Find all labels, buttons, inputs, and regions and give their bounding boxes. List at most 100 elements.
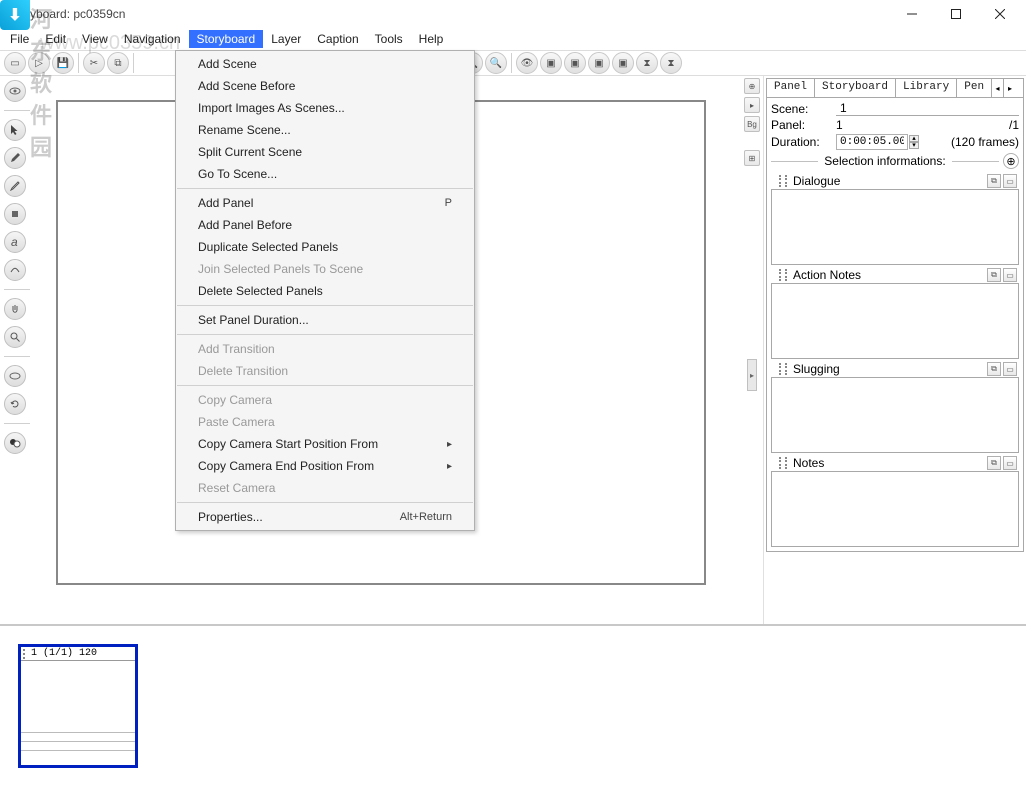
storyboard-dropdown: Add SceneAdd Scene BeforeImport Images A… (175, 50, 475, 531)
menu-item[interactable]: Split Current Scene (176, 141, 474, 163)
menu-item[interactable]: Add Scene Before (176, 75, 474, 97)
midtool-2-icon[interactable]: ▸ (744, 97, 760, 113)
tab-panel[interactable]: Panel (767, 79, 815, 97)
menu-item[interactable]: Duplicate Selected Panels (176, 236, 474, 258)
timeline: 1 (1/1) 120 (0, 624, 1026, 800)
open-icon[interactable]: ▷ (28, 52, 50, 74)
main-toolbar: ▭ ▷ 💾 ✂ ⧉ ⊞ 🔍 🔍 👁 ▣ ▣ ▣ ▣ ⧗ ⧗ (0, 50, 1026, 76)
section-copy-icon[interactable]: ⧉ (987, 174, 1001, 188)
hourglass2-icon[interactable]: ⧗ (660, 52, 682, 74)
menu-help[interactable]: Help (411, 30, 452, 48)
section-title: Dialogue (793, 174, 987, 188)
layer1-icon[interactable]: ▣ (540, 52, 562, 74)
duration-up-icon[interactable]: ▴ (909, 135, 919, 142)
submenu-arrow-icon: ▸ (447, 439, 452, 450)
section-expand-icon[interactable]: ▭ (1003, 456, 1017, 470)
menu-item: Copy Camera (176, 389, 474, 411)
panel-label: Panel: (771, 118, 836, 132)
menu-layer[interactable]: Layer (263, 30, 309, 48)
menu-item[interactable]: Rename Scene... (176, 119, 474, 141)
layer3-icon[interactable]: ▣ (588, 52, 610, 74)
hand-tool-icon[interactable] (4, 298, 26, 320)
menu-item[interactable]: Copy Camera Start Position From▸ (176, 433, 474, 455)
window-title: Storyboard: pc0359cn (8, 7, 125, 21)
color-tool-icon[interactable] (4, 432, 26, 454)
section-title: Notes (793, 456, 987, 470)
cut-icon[interactable]: ✂ (83, 52, 105, 74)
pencil-tool-icon[interactable] (4, 175, 26, 197)
menu-file[interactable]: File (2, 30, 37, 48)
section-textarea[interactable] (771, 283, 1019, 359)
panel-total: /1 (1009, 118, 1019, 132)
rotate-tool-icon[interactable] (4, 393, 26, 415)
window-minimize[interactable] (890, 1, 934, 27)
copy-icon[interactable]: ⧉ (107, 52, 129, 74)
menu-item[interactable]: Properties...Alt+Return (176, 506, 474, 528)
eye2-tool-icon[interactable] (4, 365, 26, 387)
menu-item: Paste Camera (176, 411, 474, 433)
grip-icon[interactable] (779, 457, 787, 469)
menu-item[interactable]: Add Panel Before (176, 214, 474, 236)
layer4-icon[interactable]: ▣ (612, 52, 634, 74)
section-copy-icon[interactable]: ⧉ (987, 268, 1001, 282)
window-close[interactable] (978, 1, 1022, 27)
menu-view[interactable]: View (74, 30, 116, 48)
submenu-arrow-icon: ▸ (447, 461, 452, 472)
scene-value[interactable]: 1 (836, 101, 1019, 116)
grip-icon[interactable] (779, 363, 787, 375)
tab-prev-icon[interactable]: ◂ (992, 79, 1004, 97)
new-icon[interactable]: ▭ (4, 52, 26, 74)
menu-item[interactable]: Add PanelP (176, 192, 474, 214)
midtool-3-icon[interactable]: Bg (744, 116, 760, 132)
eraser-tool-icon[interactable] (4, 259, 26, 281)
duration-down-icon[interactable]: ▾ (909, 142, 919, 149)
pointer-tool-icon[interactable] (4, 119, 26, 141)
section-expand-icon[interactable]: ▭ (1003, 268, 1017, 282)
tab-library[interactable]: Library (896, 79, 957, 97)
menu-item[interactable]: Go To Scene... (176, 163, 474, 185)
zoom-tool-icon[interactable] (4, 326, 26, 348)
menu-item[interactable]: Set Panel Duration... (176, 309, 474, 331)
hourglass1-icon[interactable]: ⧗ (636, 52, 658, 74)
section-copy-icon[interactable]: ⧉ (987, 362, 1001, 376)
selection-header: Selection informations: (818, 154, 951, 168)
menu-storyboard[interactable]: Storyboard (189, 30, 264, 48)
menu-navigation[interactable]: Navigation (116, 30, 189, 48)
menu-tools[interactable]: Tools (367, 30, 411, 48)
menu-item[interactable]: Add Scene (176, 53, 474, 75)
brush-tool-icon[interactable] (4, 147, 26, 169)
menu-item: Add Transition (176, 338, 474, 360)
section-expand-icon[interactable]: ▭ (1003, 174, 1017, 188)
duration-input[interactable] (836, 134, 908, 150)
view-tool-icon[interactable] (4, 80, 26, 102)
text-tool-icon[interactable]: a (4, 231, 26, 253)
add-section-icon[interactable]: ⊕ (1003, 153, 1019, 169)
section-textarea[interactable] (771, 471, 1019, 547)
midtool-4-icon[interactable]: ⊞ (744, 150, 760, 166)
duration-label: Duration: (771, 135, 836, 149)
layer2-icon[interactable]: ▣ (564, 52, 586, 74)
menu-caption[interactable]: Caption (309, 30, 366, 48)
tab-storyboard[interactable]: Storyboard (815, 79, 896, 97)
timeline-thumbnail[interactable]: 1 (1/1) 120 (18, 644, 138, 768)
section-textarea[interactable] (771, 377, 1019, 453)
grip-icon[interactable] (779, 269, 787, 281)
grip-icon[interactable] (779, 175, 787, 187)
bucket-tool-icon[interactable] (4, 203, 26, 225)
section-expand-icon[interactable]: ▭ (1003, 362, 1017, 376)
collapse-panel-icon[interactable]: ▸ (747, 359, 757, 391)
section-textarea[interactable] (771, 189, 1019, 265)
section-copy-icon[interactable]: ⧉ (987, 456, 1001, 470)
menu-edit[interactable]: Edit (37, 30, 74, 48)
eye-icon[interactable]: 👁 (516, 52, 538, 74)
menu-item[interactable]: Copy Camera End Position From▸ (176, 455, 474, 477)
window-maximize[interactable] (934, 1, 978, 27)
zoom-out-icon[interactable]: 🔍 (485, 52, 507, 74)
midtool-1-icon[interactable]: ⊕ (744, 78, 760, 94)
menu-item[interactable]: Import Images As Scenes... (176, 97, 474, 119)
svg-text:a: a (11, 236, 18, 248)
save-icon[interactable]: 💾 (52, 52, 74, 74)
tab-next-icon[interactable]: ▸ (1004, 79, 1016, 97)
menu-item[interactable]: Delete Selected Panels (176, 280, 474, 302)
tab-pen[interactable]: Pen (957, 79, 992, 97)
